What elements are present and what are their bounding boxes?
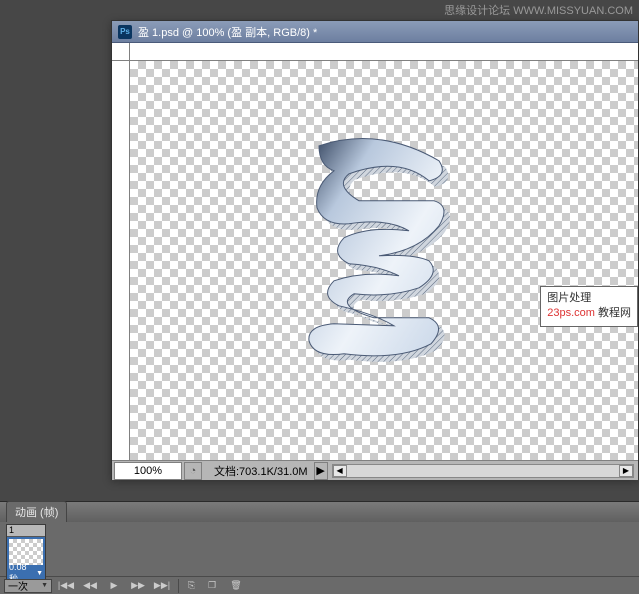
horizontal-scrollbar[interactable]: ◀ ▶	[332, 464, 634, 478]
next-frame-button[interactable]: ▶▶	[128, 579, 148, 593]
document-size-text: 文档:703.1K/31.0M	[214, 463, 308, 479]
chevron-down-icon[interactable]: ▼	[36, 570, 43, 577]
ruler-corner[interactable]	[112, 43, 130, 61]
animation-frame[interactable]: 1 0.08 秒 ▼	[6, 524, 46, 580]
tween-button[interactable]: ⎘	[178, 579, 198, 593]
loop-selector[interactable]: 一次 ▼	[4, 579, 52, 593]
loop-value: 一次	[8, 578, 28, 593]
delete-frame-button[interactable]: 🗑	[226, 579, 246, 593]
document-statusbar: 100% ◔ 文档:703.1K/31.0M ▶ ◀ ▶	[112, 460, 638, 480]
animation-controls: 一次 ▼ |◀◀ ◀◀ ▶ ▶▶ ▶▶| ⎘ ❐ 🗑	[0, 576, 639, 594]
photoshop-icon: Ps	[118, 25, 132, 39]
animation-tab[interactable]: 动画 (帧)	[6, 501, 67, 522]
animation-tabs: 动画 (帧)	[0, 502, 639, 522]
document-title: 盈 1.psd @ 100% (盈 副本, RGB/8) *	[138, 24, 317, 40]
frame-number: 1	[7, 525, 45, 537]
badge-line1: 图片处理	[547, 291, 631, 306]
canvas-watermark-badge: 图片处理 23ps.com 教程网	[540, 286, 638, 327]
badge-suffix: 教程网	[598, 307, 631, 319]
prev-frame-button[interactable]: ◀◀	[80, 579, 100, 593]
animation-panel: 动画 (帧) 1 0.08 秒 ▼ 一次 ▼ |◀◀ ◀◀ ▶ ▶▶ ▶▶| ⎘…	[0, 501, 639, 593]
status-info-icon[interactable]: ◔	[184, 462, 202, 480]
artwork-character	[279, 125, 489, 385]
animation-frames-area: 1 0.08 秒 ▼	[0, 522, 639, 576]
first-frame-button[interactable]: |◀◀	[56, 579, 76, 593]
canvas[interactable]: 图片处理 23ps.com 教程网	[130, 61, 638, 460]
ruler-vertical[interactable]	[112, 61, 130, 460]
chevron-down-icon[interactable]: ▼	[41, 582, 48, 589]
canvas-area: 图片处理 23ps.com 教程网	[112, 43, 638, 460]
watermark-text: 思缘设计论坛 WWW.MISSYUAN.COM	[444, 2, 633, 18]
status-menu-arrow[interactable]: ▶	[314, 462, 328, 480]
badge-url: 23ps.com	[547, 307, 595, 319]
last-frame-button[interactable]: ▶▶|	[152, 579, 172, 593]
zoom-input[interactable]: 100%	[114, 462, 182, 480]
duplicate-frame-button[interactable]: ❐	[202, 579, 222, 593]
document-window: Ps 盈 1.psd @ 100% (盈 副本, RGB/8) *	[111, 20, 639, 480]
ruler-horizontal[interactable]	[130, 43, 638, 61]
scroll-right-button[interactable]: ▶	[619, 465, 633, 477]
document-titlebar[interactable]: Ps 盈 1.psd @ 100% (盈 副本, RGB/8) *	[112, 21, 638, 43]
scroll-left-button[interactable]: ◀	[333, 465, 347, 477]
play-button[interactable]: ▶	[104, 579, 124, 593]
